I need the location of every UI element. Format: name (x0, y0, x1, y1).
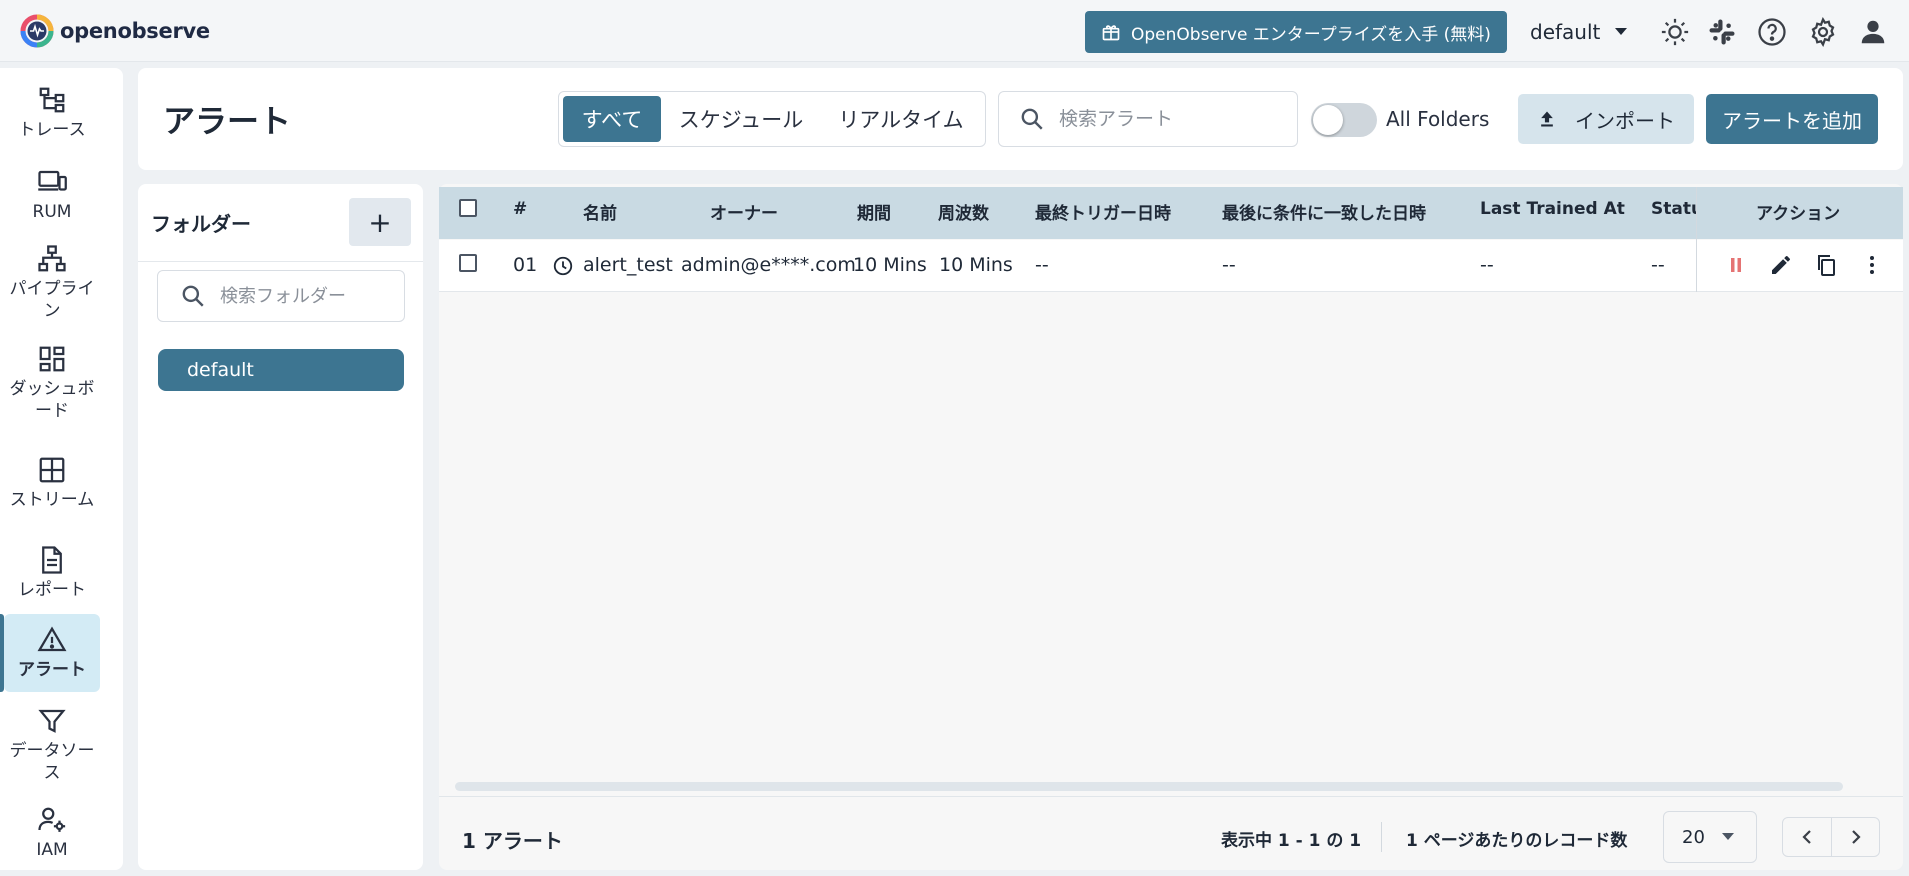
sidebar-item-reports[interactable]: レポート (4, 540, 100, 606)
sidebar-item-streams[interactable]: ストリーム (4, 438, 100, 528)
theme-toggle-sun-icon[interactable] (1660, 17, 1690, 47)
alert-last-trained: -- (1480, 254, 1494, 276)
alert-status: -- (1651, 254, 1665, 276)
brand-name: openobserve (60, 19, 210, 43)
records-per-page-label: 1 ページあたりのレコード数 (1406, 831, 1628, 851)
streams-grid-icon (39, 457, 65, 483)
settings-gear-icon[interactable] (1808, 17, 1838, 47)
alert-count: 1 アラート (462, 829, 563, 853)
sidebar-item-traces[interactable]: トレース (4, 80, 100, 146)
add-alert-button[interactable]: アラートを追加 (1706, 94, 1878, 144)
pipeline-icon (38, 245, 66, 272)
traces-icon (39, 87, 65, 113)
folder-search-input[interactable] (220, 285, 390, 307)
column-header-actions: アクション (1756, 204, 1841, 224)
gift-icon (1102, 25, 1120, 41)
filter-funnel-icon (38, 709, 66, 733)
app-logo[interactable]: openobserve (20, 14, 210, 48)
column-header-last-satisfied[interactable]: 最後に条件に一致した日時 (1222, 199, 1426, 224)
pagination-range: 表示中 1 - 1 の 1 (1221, 831, 1362, 851)
more-options-icon[interactable] (1860, 253, 1884, 277)
import-label: インポート (1575, 108, 1675, 133)
openobserve-logo-icon (20, 14, 54, 48)
alert-last-satisfied: -- (1222, 254, 1236, 276)
sidebar-item-rum[interactable]: RUM (4, 162, 100, 228)
column-header-last-triggered[interactable]: 最終トリガー日時 (1035, 199, 1171, 224)
sidebar-item-label: ダッシュボード (9, 379, 95, 421)
column-header-period[interactable]: 期間 (857, 199, 891, 224)
tab-realtime[interactable]: リアルタイム (826, 96, 976, 142)
chevron-left-icon[interactable] (1795, 825, 1819, 849)
chevron-right-icon[interactable] (1844, 825, 1868, 849)
column-header-name[interactable]: 名前 (583, 199, 617, 224)
tab-scheduled[interactable]: スケジュール (668, 96, 814, 142)
records-per-page-value: 20 (1682, 826, 1705, 848)
all-folders-label: All Folders (1386, 107, 1490, 131)
column-header-last-trained[interactable]: Last Trained At (1480, 199, 1625, 219)
row-checkbox[interactable] (459, 254, 477, 272)
records-per-page-select[interactable]: 20 (1663, 811, 1757, 863)
column-header-status[interactable]: Status (1651, 199, 1696, 219)
edit-pencil-icon[interactable] (1769, 253, 1793, 277)
caret-down-icon (1615, 28, 1628, 35)
user-settings-icon (38, 807, 66, 832)
sidebar-item-data-sources[interactable]: データソース (4, 700, 100, 790)
sidebar-item-alerts[interactable]: アラート (4, 614, 100, 692)
devices-icon (38, 170, 67, 191)
org-name: default (1530, 20, 1601, 44)
page-title: アラート (163, 102, 292, 140)
alert-owner: admin@e****.com (681, 254, 856, 276)
alert-period: 10 Mins (853, 254, 927, 276)
upload-icon (1541, 111, 1553, 127)
alert-search (998, 91, 1298, 147)
pause-icon[interactable] (1724, 253, 1748, 277)
help-icon[interactable] (1757, 17, 1787, 47)
sidebar-item-dashboards[interactable]: ダッシュボード (4, 338, 100, 428)
sidebar-item-label: アラート (18, 660, 86, 680)
enterprise-label: OpenObserve エンタープライズを入手 (無料) (1131, 24, 1491, 45)
row-index: 01 (513, 254, 538, 276)
enterprise-button[interactable]: OpenObserve エンタープライズを入手 (無料) (1085, 11, 1507, 53)
pager-divider (1831, 817, 1832, 857)
toggle-knob (1313, 105, 1343, 135)
duplicate-copy-icon[interactable] (1814, 253, 1838, 277)
footer-separator (1381, 822, 1382, 852)
tab-all[interactable]: すべて (563, 96, 661, 142)
column-header-frequency[interactable]: 周波数 (938, 199, 989, 224)
horizontal-scrollbar[interactable] (455, 782, 1843, 791)
sidebar-item-label: データソース (9, 741, 95, 783)
folder-panel-title: フォルダー (151, 212, 251, 236)
alert-warning-icon (37, 626, 67, 652)
footer-divider (439, 796, 1903, 797)
sidebar-item-label: トレース (18, 120, 86, 140)
select-all-checkbox[interactable] (459, 199, 477, 217)
report-document-icon (42, 546, 62, 574)
sidebar-item-label: RUM (32, 202, 72, 222)
dashboard-icon (39, 346, 65, 372)
folder-search (157, 270, 405, 322)
sidebar-item-label: IAM (36, 840, 68, 860)
caret-down-icon (1721, 833, 1734, 840)
search-icon (1021, 108, 1043, 130)
alert-name[interactable]: alert_test (583, 254, 673, 276)
sidebar-item-pipelines[interactable]: パイプライン (4, 238, 100, 328)
sidebar-item-label: パイプライン (9, 279, 95, 321)
sidebar-item-label: レポート (18, 580, 86, 600)
import-button[interactable]: インポート (1518, 94, 1694, 144)
alert-search-input[interactable] (1059, 108, 1259, 130)
org-selector[interactable]: default (1530, 11, 1628, 53)
alert-last-triggered: -- (1035, 254, 1049, 276)
user-profile-icon[interactable] (1858, 17, 1888, 47)
column-header-index[interactable]: # (513, 199, 527, 219)
column-header-owner[interactable]: オーナー (710, 199, 778, 224)
sidebar-item-iam[interactable]: IAM (4, 800, 100, 866)
divider (138, 261, 423, 262)
slack-icon[interactable] (1707, 17, 1737, 47)
folder-item-default[interactable]: default (158, 349, 404, 391)
alert-frequency: 10 Mins (939, 254, 1013, 276)
search-icon (182, 285, 204, 307)
sidebar-item-label: ストリーム (9, 490, 95, 510)
scheduled-clock-icon (553, 256, 573, 276)
add-folder-button[interactable]: + (349, 198, 411, 246)
